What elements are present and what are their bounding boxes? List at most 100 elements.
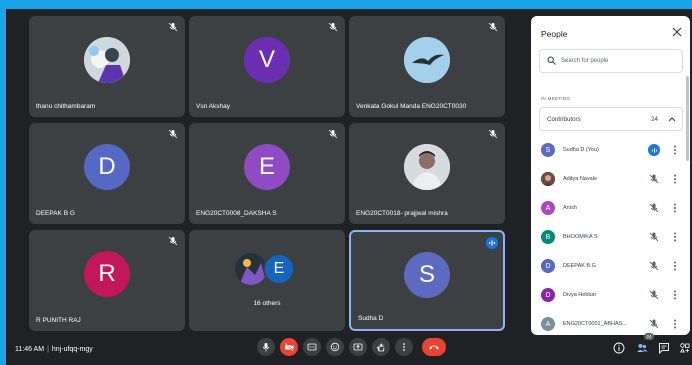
person-name: DEEPAK B G (563, 263, 596, 269)
person-avatar: B (541, 230, 555, 244)
participant-tile[interactable]: E ENG20CT0008_DAKSHA S (189, 123, 345, 224)
person-photo (541, 172, 555, 186)
avatar-initial: R (84, 251, 130, 298)
meet-window: thanu chithambaram V Vsn Akshay Venkata … (6, 9, 692, 365)
contributors-group[interactable]: Contributors 24 (539, 107, 683, 131)
people-count-badge: 24 (644, 333, 654, 340)
present-button[interactable] (349, 338, 367, 356)
more-vert-icon (403, 343, 405, 351)
more-vert-icon[interactable] (672, 203, 678, 213)
contributors-label: Contributors (547, 116, 581, 123)
clock-time: 11:46 AM (15, 346, 45, 353)
person-name: ENG20CT0001_ABHAS... (563, 321, 627, 327)
search-input[interactable]: Search for people (539, 49, 683, 73)
people-panel: People Search for people IN MEETING Cont… (531, 16, 690, 335)
mic-button[interactable] (257, 338, 275, 356)
activities-icon[interactable] (679, 342, 691, 354)
participant-tile-self[interactable]: S Sudha D (349, 230, 505, 331)
participant-tile[interactable]: R R PUNITH RAJ (29, 230, 185, 331)
mic-off-icon (649, 174, 659, 184)
chevron-up-icon[interactable] (668, 116, 676, 122)
search-icon (547, 56, 556, 65)
panel-scrollbar[interactable] (686, 76, 689, 161)
camera-off-icon (284, 342, 294, 352)
more-vert-icon[interactable] (672, 174, 678, 184)
person-name: Sudha D (You) (563, 147, 599, 153)
more-vert-icon[interactable] (672, 290, 678, 300)
camera-button[interactable] (280, 338, 298, 356)
mic-off-icon (649, 232, 659, 242)
more-options-button[interactable] (395, 338, 413, 356)
profile-photo (404, 37, 450, 84)
person-avatar: D (541, 259, 555, 273)
participant-name: R PUNITH RAJ (36, 317, 81, 324)
mic-off-icon (649, 319, 659, 329)
people-list-item[interactable]: A ENG20CT0001_ABHAS... (539, 314, 683, 335)
speaking-icon (648, 144, 660, 156)
present-icon (353, 343, 363, 351)
participant-name: DEEPAK B G (36, 210, 75, 217)
person-name: Anish (563, 205, 577, 211)
mic-off-icon (649, 290, 659, 300)
participant-name: Venkata Gokul Manda ENG20CT0030 (356, 103, 467, 110)
chat-icon[interactable] (658, 342, 670, 354)
contributors-count: 24 (651, 116, 658, 123)
mic-off-icon (649, 203, 659, 213)
participant-tile[interactable]: Venkata Gokul Manda ENG20CT0030 (349, 16, 505, 117)
info-icon[interactable] (613, 342, 625, 354)
mic-off-icon (488, 129, 498, 139)
participant-name: ENG20CT0018- prajjwal mishra (356, 210, 448, 217)
avatar-initial: S (404, 251, 450, 298)
avatar-initial: D (84, 144, 130, 191)
separator: | (47, 346, 49, 353)
others-tile[interactable]: E 16 others (189, 230, 345, 331)
person-name: Divya Hebbar (563, 292, 597, 298)
mic-off-icon (328, 22, 338, 32)
raise-hand-button[interactable] (372, 338, 390, 356)
captions-icon (307, 343, 317, 351)
mic-off-icon (168, 22, 178, 32)
people-list-item[interactable]: S Sudha D (You) (539, 140, 683, 162)
more-vert-icon[interactable] (672, 145, 678, 155)
people-icon[interactable] (636, 342, 648, 354)
people-list-item[interactable]: Aditya Navale (539, 169, 683, 191)
participant-name: thanu chithambaram (36, 103, 96, 110)
person-avatar: D (541, 288, 555, 302)
profile-photo (84, 37, 130, 84)
participant-name: Sudha D (358, 315, 384, 322)
mic-icon (262, 343, 270, 352)
profile-photo (404, 144, 450, 191)
more-vert-icon[interactable] (672, 319, 678, 329)
person-avatar: A (541, 317, 555, 331)
person-avatar: S (541, 143, 555, 157)
people-list-item[interactable]: B BHOOMIKA S (539, 227, 683, 249)
participant-name: Vsn Akshay (196, 103, 230, 110)
person-avatar: A (541, 201, 555, 215)
close-icon[interactable] (671, 26, 683, 38)
participant-tile[interactable]: thanu chithambaram (29, 16, 185, 117)
section-label: IN MEETING (541, 96, 571, 101)
people-list-item[interactable]: D Divya Hebbar (539, 285, 683, 307)
person-name: Aditya Navale (563, 176, 597, 182)
panel-title: People (541, 29, 568, 39)
more-vert-icon[interactable] (672, 232, 678, 242)
emoji-icon (330, 342, 340, 352)
search-placeholder: Search for people (561, 58, 609, 64)
person-name: BHOOMIKA S (563, 234, 598, 240)
leave-call-button[interactable] (422, 338, 446, 356)
others-count: 16 others (253, 300, 281, 307)
participant-tile[interactable]: V Vsn Akshay (189, 16, 345, 117)
people-list-item[interactable]: A Anish (539, 198, 683, 220)
participant-tile[interactable]: D DEEPAK B G (29, 123, 185, 224)
speaking-icon (486, 237, 498, 249)
people-list-item[interactable]: D DEEPAK B G (539, 256, 683, 278)
raise-hand-icon (377, 343, 385, 352)
end-call-icon (429, 345, 439, 350)
more-vert-icon[interactable] (672, 261, 678, 271)
avatar-initial: V (244, 37, 290, 84)
participant-name: ENG20CT0008_DAKSHA S (196, 210, 277, 217)
emoji-button[interactable] (326, 338, 344, 356)
participant-tile[interactable]: ENG20CT0018- prajjwal mishra (349, 123, 505, 224)
meeting-code: hnj-ufqq-mgy (51, 346, 93, 353)
captions-button[interactable] (303, 338, 321, 356)
